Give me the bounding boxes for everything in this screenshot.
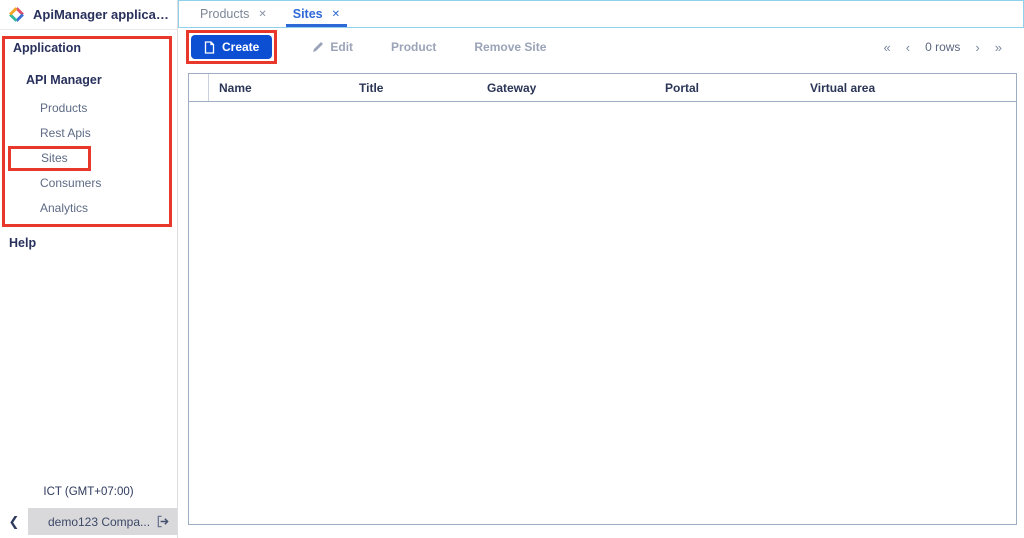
nav-section-application[interactable]: Application <box>13 41 169 55</box>
sidebar-item-products[interactable]: Products <box>5 101 169 116</box>
sites-table: Name Title Gateway Portal Virtual area <box>188 73 1017 525</box>
logout-icon[interactable] <box>156 515 169 528</box>
product-button[interactable]: Product <box>391 40 436 54</box>
tab-products-label: Products <box>200 7 249 21</box>
table-header-name[interactable]: Name <box>209 74 349 101</box>
pencil-icon <box>312 41 324 53</box>
create-button[interactable]: Create <box>191 35 272 59</box>
edit-button[interactable]: Edit <box>312 40 353 54</box>
file-icon <box>204 41 215 54</box>
sidebar: ApiManager applicati... Application API … <box>0 0 178 538</box>
create-annotation-box: Create <box>186 30 277 64</box>
timezone-label: ICT (GMT+07:00) <box>0 486 177 498</box>
pagination-prev-button[interactable]: ‹ <box>906 40 910 55</box>
sidebar-item-help[interactable]: Help <box>9 236 177 250</box>
tab-strip: Products ✕ Sites ✕ <box>178 0 1024 28</box>
sidebar-item-rest-apis[interactable]: Rest Apis <box>5 126 169 141</box>
table-header-title[interactable]: Title <box>349 74 477 101</box>
table-body-empty <box>189 102 1016 524</box>
menu-annotation-box: Application API Manager Products Rest Ap… <box>2 36 172 227</box>
app-title: ApiManager applicati... <box>33 7 169 22</box>
sidebar-item-sites[interactable]: Sites <box>8 146 91 171</box>
create-button-label: Create <box>222 40 259 54</box>
table-header-virtual-area[interactable]: Virtual area <box>800 74 1016 101</box>
org-bar[interactable]: demo123 Compa... <box>28 508 177 535</box>
sidebar-footer: ❮ demo123 Compa... <box>0 508 177 535</box>
toolbar: Create Edit Product Remove Site « ‹ 0 ro… <box>178 29 1024 65</box>
nav-sub-menu: Products Rest Apis Sites Consumers Analy… <box>5 101 169 216</box>
sidebar-header: ApiManager applicati... <box>0 0 177 30</box>
tab-products-close-icon[interactable]: ✕ <box>258 9 266 20</box>
org-label: demo123 Compa... <box>42 515 156 529</box>
sidebar-collapse-button[interactable]: ❮ <box>0 508 28 535</box>
remove-site-button[interactable]: Remove Site <box>474 40 546 54</box>
pagination-rows-label: 0 rows <box>925 40 960 54</box>
nav-section-api-manager[interactable]: API Manager <box>26 73 169 87</box>
remove-site-button-label: Remove Site <box>474 40 546 54</box>
sidebar-spacer <box>0 250 177 486</box>
table-header-select-column <box>189 74 209 101</box>
pagination: « ‹ 0 rows › » <box>884 40 1003 55</box>
pagination-next-button[interactable]: › <box>975 40 979 55</box>
tab-sites-close-icon[interactable]: ✕ <box>332 9 340 20</box>
app-logo-icon <box>8 6 25 23</box>
table-header-portal[interactable]: Portal <box>655 74 800 101</box>
table-header-row: Name Title Gateway Portal Virtual area <box>189 74 1016 102</box>
pagination-last-button[interactable]: » <box>995 40 1002 55</box>
tab-sites[interactable]: Sites ✕ <box>280 1 353 27</box>
table-header-gateway[interactable]: Gateway <box>477 74 655 101</box>
pagination-first-button[interactable]: « <box>884 40 891 55</box>
main-area: Products ✕ Sites ✕ Create <box>178 0 1024 538</box>
edit-button-label: Edit <box>330 40 353 54</box>
sidebar-item-analytics[interactable]: Analytics <box>5 201 169 216</box>
tab-sites-label: Sites <box>293 7 323 21</box>
tab-products[interactable]: Products ✕ <box>187 1 280 27</box>
sidebar-item-consumers[interactable]: Consumers <box>5 176 169 191</box>
product-button-label: Product <box>391 40 436 54</box>
